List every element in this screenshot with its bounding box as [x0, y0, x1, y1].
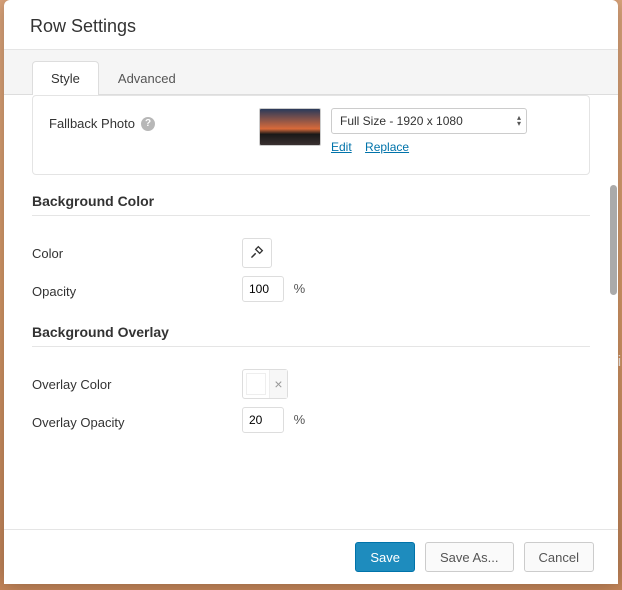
modal-title: Row Settings	[30, 16, 592, 37]
modal-footer: Save Save As... Cancel	[4, 529, 618, 584]
photo-size-selected: Full Size - 1920 x 1080	[340, 114, 463, 128]
opacity-label: Opacity	[32, 276, 242, 299]
row-settings-modal: Row Settings Style Advanced Fallback Pho…	[4, 0, 618, 584]
modal-header: Row Settings	[4, 0, 618, 49]
overlay-color-swatch	[246, 373, 266, 395]
save-button[interactable]: Save	[355, 542, 415, 572]
modal-body[interactable]: Fallback Photo ? Full Size - 1920 x 1080…	[4, 95, 618, 529]
scrollbar-thumb[interactable]	[610, 185, 617, 295]
tab-style[interactable]: Style	[32, 61, 99, 95]
color-picker-button[interactable]	[242, 238, 272, 268]
photo-edit-link[interactable]: Edit	[331, 140, 352, 154]
divider	[32, 346, 590, 347]
fallback-photo-label: Fallback Photo	[49, 116, 135, 131]
divider	[32, 215, 590, 216]
tab-advanced[interactable]: Advanced	[99, 61, 195, 95]
overlay-opacity-input[interactable]	[242, 407, 284, 433]
overlay-opacity-unit: %	[294, 412, 306, 427]
save-as-button[interactable]: Save As...	[425, 542, 514, 572]
fallback-photo-thumbnail[interactable]	[259, 108, 321, 146]
overlay-color-label: Overlay Color	[32, 369, 242, 392]
photo-size-select[interactable]: Full Size - 1920 x 1080 ▴▾	[331, 108, 527, 134]
opacity-unit: %	[294, 281, 306, 296]
background-color-heading: Background Color	[32, 193, 590, 209]
eyedropper-icon	[249, 244, 265, 263]
fallback-photo-panel: Fallback Photo ? Full Size - 1920 x 1080…	[32, 95, 590, 175]
tabs-bar: Style Advanced	[4, 49, 618, 95]
cancel-button[interactable]: Cancel	[524, 542, 594, 572]
chevron-updown-icon: ▴▾	[517, 115, 521, 127]
close-icon[interactable]: ×	[269, 370, 287, 398]
color-label: Color	[32, 238, 242, 261]
background-overlay-heading: Background Overlay	[32, 324, 590, 340]
help-icon[interactable]: ?	[141, 117, 155, 131]
opacity-input[interactable]	[242, 276, 284, 302]
overlay-opacity-label: Overlay Opacity	[32, 407, 242, 430]
overlay-color-picker[interactable]: ×	[242, 369, 288, 399]
photo-replace-link[interactable]: Replace	[365, 140, 409, 154]
